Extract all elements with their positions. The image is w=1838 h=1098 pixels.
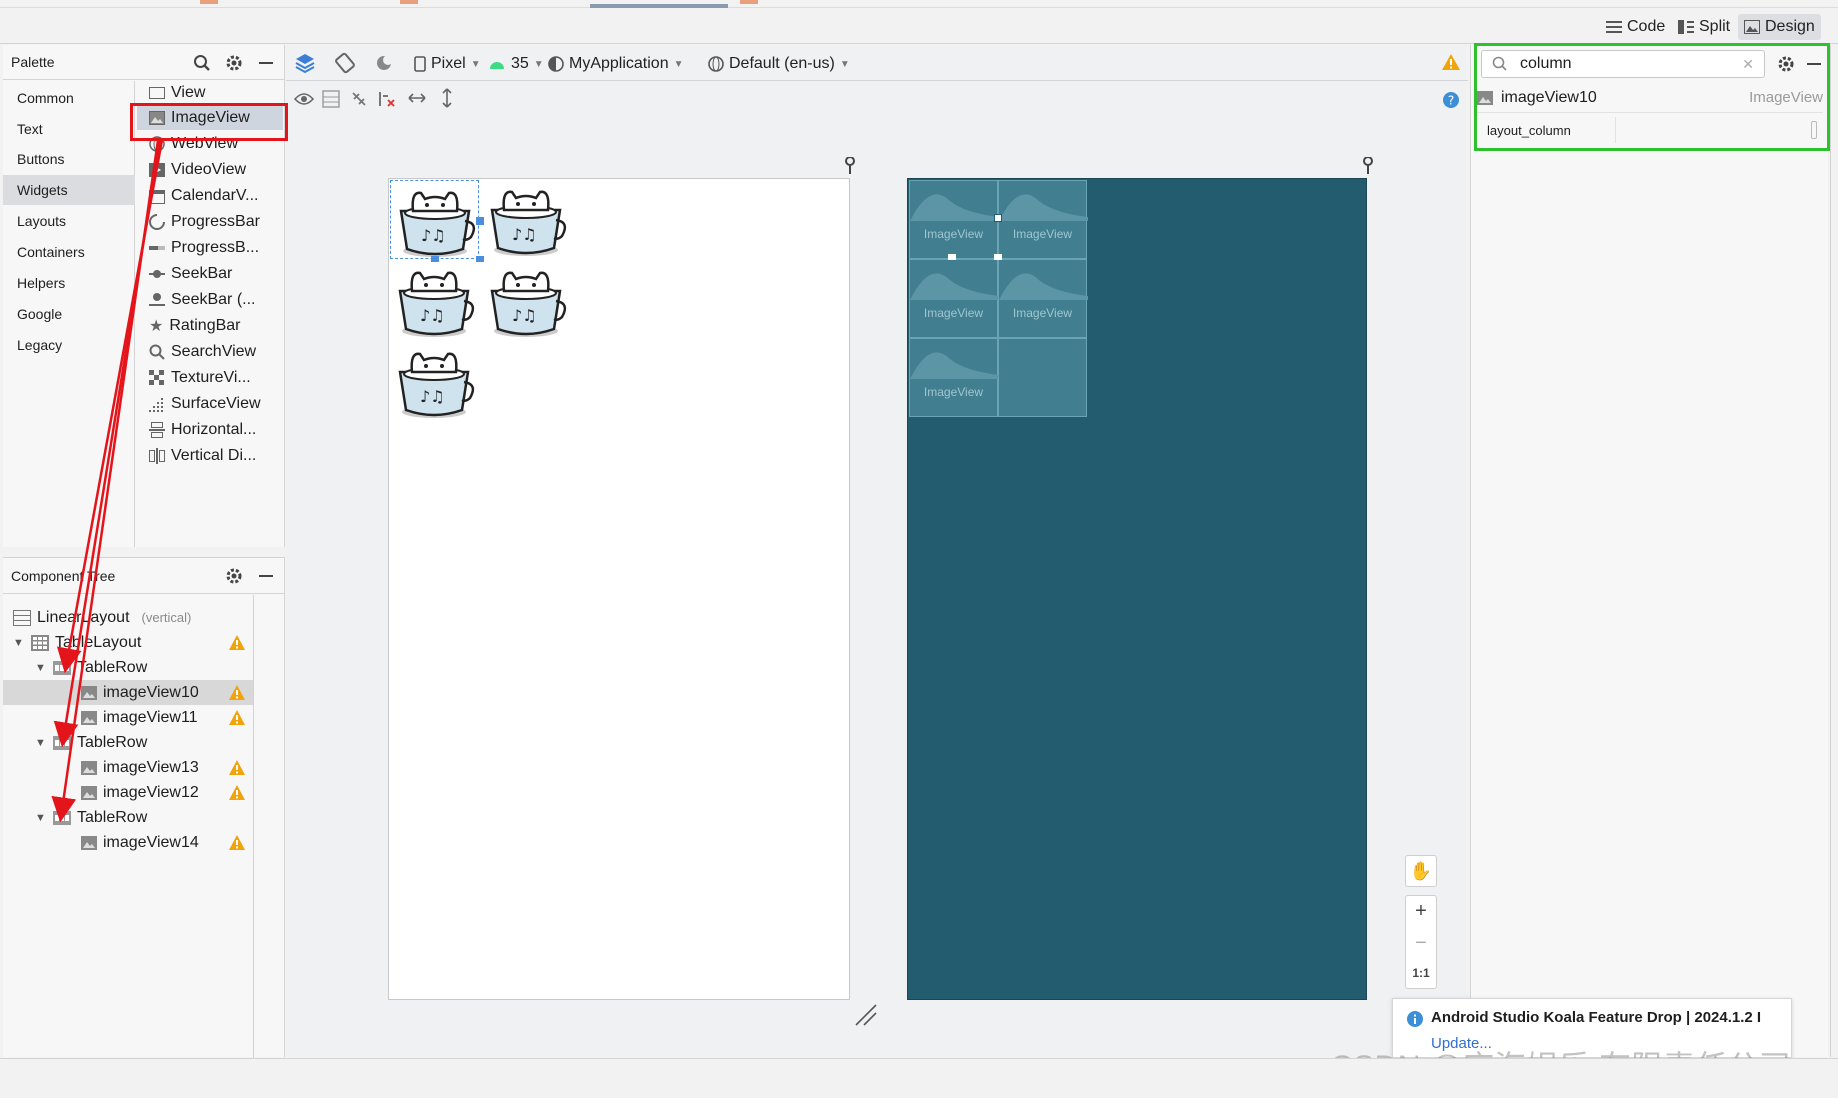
design-toolbar: Pixel ▼ 35 ▼ MyApplication ▼ Default (en… (286, 45, 1468, 81)
attributes-highlight-box (1474, 43, 1830, 151)
resize-handle-icon[interactable] (854, 1003, 878, 1027)
chevron-down-icon: ▼ (673, 58, 684, 70)
blueprint-label: ImageView (1012, 306, 1073, 320)
split-icon (1678, 20, 1694, 34)
resize-pin-icon[interactable] (844, 157, 856, 175)
right-tool-strip (1830, 45, 1838, 1057)
vertical-arrows-icon[interactable] (440, 88, 454, 108)
mountain-icon (999, 194, 1088, 221)
split-mode-label: Split (1699, 18, 1731, 35)
locale-selector[interactable]: Default (en-us) ▼ (708, 53, 850, 75)
api-level-label: 35 (511, 55, 529, 72)
pan-button[interactable]: ✋ (1405, 855, 1437, 887)
drag-arrows-overlay (51, 139, 164, 823)
blueprint-preview[interactable]: ImageView ImageView ImageView ImageView … (907, 178, 1367, 1000)
theme-label: MyApplication (569, 55, 669, 72)
cat-cup-icon: ♪♫ (398, 352, 475, 418)
imageview[interactable]: ♪♫ (482, 261, 571, 340)
mountain-icon (910, 273, 999, 300)
zoom-controls: ✋ + − 1:1 (1405, 855, 1437, 1005)
lines-icon (1606, 21, 1622, 33)
image-icon (1744, 20, 1760, 34)
zoom-fit-label: 1:1 (1412, 965, 1430, 980)
info-icon (1407, 1011, 1423, 1027)
design-surface: Pixel ▼ 35 ▼ MyApplication ▼ Default (en… (286, 45, 1468, 1057)
tree-row-imageview14[interactable]: imageView14 (3, 830, 253, 855)
imageview[interactable]: ♪♫ (390, 261, 479, 340)
design-secondary-toolbar: ? (286, 82, 1468, 116)
device-selector[interactable]: Pixel ▼ (414, 53, 481, 75)
hand-icon: ✋ (1409, 860, 1433, 881)
chevron-down-icon: ▼ (533, 58, 544, 70)
mountain-icon (999, 273, 1088, 300)
status-bar (0, 1058, 1838, 1098)
svg-text:?: ? (1448, 94, 1454, 108)
image-icon (81, 835, 97, 850)
split-mode-button[interactable]: Split (1672, 14, 1736, 40)
zoom-in-button[interactable]: + (1405, 895, 1437, 927)
clear-constraints-icon[interactable] (378, 90, 396, 108)
svg-text:♪♫: ♪♫ (420, 306, 445, 325)
blueprint-label: ImageView (923, 306, 984, 320)
blueprint-label: ImageView (923, 227, 984, 241)
theme-selector[interactable]: MyApplication ▼ (548, 53, 684, 75)
design-preview[interactable]: ♪♫ ♪♫ ♪♫ ♪♫ ♪♫ (388, 178, 850, 1000)
api-level-selector[interactable]: 35 ▼ (488, 53, 544, 75)
chevron-down-icon: ▼ (839, 58, 850, 70)
plus-icon: + (1415, 900, 1427, 922)
night-mode-icon[interactable] (374, 52, 396, 74)
blueprint-label: ImageView (923, 385, 984, 399)
code-mode-label: Code (1627, 18, 1666, 35)
chevron-down-icon: ▼ (470, 58, 481, 70)
orientation-icon[interactable] (334, 52, 356, 74)
notification-title: Android Studio Koala Feature Drop | 2024… (1431, 1009, 1762, 1026)
resize-pin-icon[interactable] (1362, 157, 1374, 175)
code-mode-button[interactable]: Code (1600, 14, 1671, 40)
svg-text:♪♫: ♪♫ (512, 306, 537, 325)
horizontal-arrows-icon[interactable] (408, 91, 426, 105)
imageview[interactable]: ♪♫ (482, 180, 571, 259)
device-label: Pixel (431, 55, 466, 72)
blueprint-imageview[interactable]: ImageView (909, 180, 999, 259)
autoconnect-off-icon[interactable] (350, 90, 368, 108)
tree-row-label: imageView14 (103, 833, 199, 851)
cat-cup-icon: ♪♫ (399, 191, 476, 257)
minus-icon: − (1415, 931, 1427, 954)
blueprint-imageview[interactable]: ImageView (909, 259, 999, 338)
mountain-icon (910, 194, 999, 221)
design-mode-button[interactable]: Design (1738, 14, 1821, 40)
warning-icon[interactable] (229, 835, 245, 850)
locale-label: Default (en-us) (729, 55, 835, 72)
cat-cup-icon: ♪♫ (398, 271, 475, 337)
design-mode-label: Design (1765, 18, 1815, 35)
blueprint-imageview[interactable]: ImageView (998, 259, 1088, 338)
blueprint-label: ImageView (1012, 227, 1073, 241)
theme-icon (548, 56, 564, 72)
blueprint-imageview[interactable]: ImageView (909, 338, 999, 417)
android-icon (490, 62, 504, 69)
phone-icon (414, 56, 426, 72)
globe-icon (708, 56, 724, 72)
blueprint-imageview[interactable]: ImageView (998, 180, 1088, 259)
svg-text:♪♫: ♪♫ (512, 225, 537, 244)
margins-icon[interactable] (322, 90, 340, 108)
cat-cup-icon: ♪♫ (490, 190, 567, 256)
imageview[interactable]: ♪♫ (390, 342, 479, 421)
zoom-fit-button[interactable]: 1:1 (1405, 957, 1437, 989)
svg-text:♪♫: ♪♫ (421, 226, 446, 245)
help-icon[interactable]: ? (1443, 92, 1459, 108)
cat-cup-icon: ♪♫ (490, 271, 567, 337)
mountain-icon (910, 352, 999, 379)
imageview-selected[interactable]: ♪♫ (390, 180, 484, 262)
attributes-panel: column ✕ imageView10 ImageView layout_co… (1470, 45, 1828, 1057)
warning-icon[interactable] (1442, 54, 1460, 70)
blueprint-empty-cell (998, 338, 1087, 417)
zoom-out-button[interactable]: − (1405, 927, 1437, 959)
svg-text:♪♫: ♪♫ (420, 387, 445, 406)
